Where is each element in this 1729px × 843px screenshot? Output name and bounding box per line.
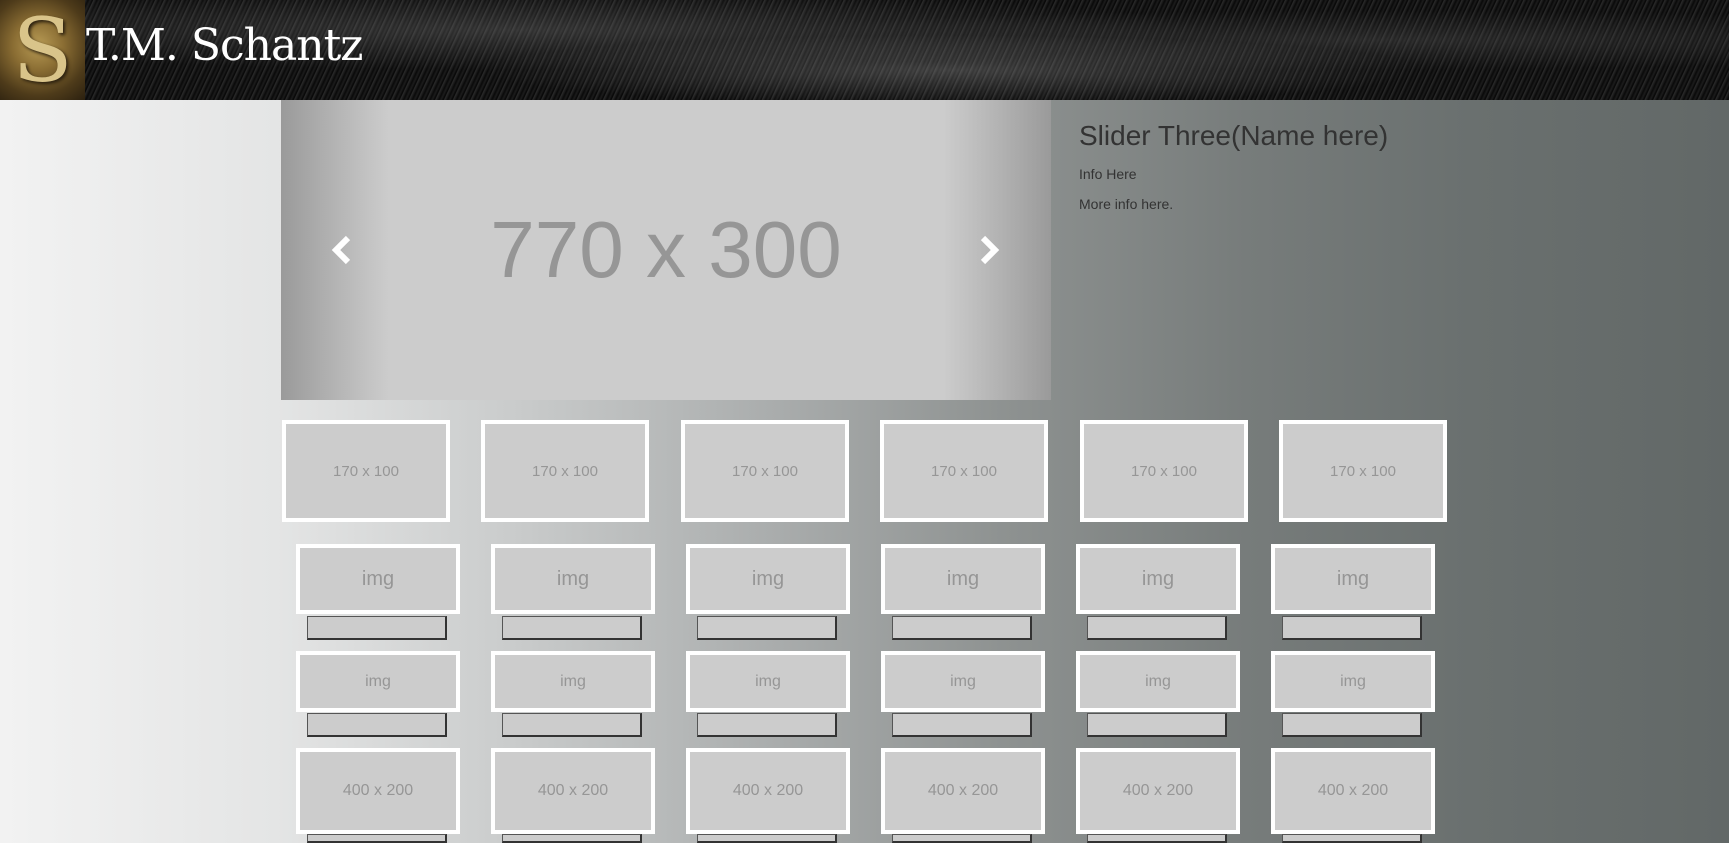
card-action-button[interactable] bbox=[1282, 616, 1422, 640]
slider-thumbnail[interactable]: 170 x 100 bbox=[282, 420, 450, 522]
card-action-button[interactable] bbox=[502, 713, 642, 737]
card-action-button[interactable] bbox=[1087, 713, 1227, 737]
slider-thumbnail[interactable]: 170 x 100 bbox=[481, 420, 649, 522]
grid-card-image[interactable]: img bbox=[491, 544, 655, 614]
grid-card-image[interactable]: img bbox=[881, 544, 1045, 614]
card-action-button[interactable] bbox=[1282, 834, 1422, 843]
card-action-button[interactable] bbox=[892, 834, 1032, 843]
slide-title: Slider Three(Name here) bbox=[1079, 120, 1389, 151]
grid-card-image[interactable]: img bbox=[1076, 651, 1240, 712]
image-slider: 770 x 300 bbox=[281, 100, 1051, 400]
grid-card-image[interactable]: img bbox=[1271, 651, 1435, 712]
slider-prev-button[interactable] bbox=[322, 230, 362, 270]
chevron-right-icon bbox=[980, 235, 1000, 265]
grid-card-image[interactable]: img bbox=[881, 651, 1045, 712]
grid-card-image[interactable]: img bbox=[491, 651, 655, 712]
slider-placeholder-image: 770 x 300 bbox=[490, 205, 842, 294]
card-action-button[interactable] bbox=[697, 616, 837, 640]
card-action-button[interactable] bbox=[502, 616, 642, 640]
slider-next-button[interactable] bbox=[969, 230, 1009, 270]
card-action-button[interactable] bbox=[307, 834, 447, 843]
logo-letter: S bbox=[12, 0, 73, 100]
site-header: S T.M. Schantz bbox=[0, 0, 1729, 100]
slider-thumbnail[interactable]: 170 x 100 bbox=[681, 420, 849, 522]
slider-thumbnail[interactable]: 170 x 100 bbox=[880, 420, 1048, 522]
slider-thumbnail[interactable]: 170 x 100 bbox=[1080, 420, 1248, 522]
grid-card-image[interactable]: 400 x 200 bbox=[1076, 748, 1240, 834]
grid-card-image[interactable]: 400 x 200 bbox=[491, 748, 655, 834]
card-action-button[interactable] bbox=[307, 713, 447, 737]
slide-caption: Slider Three(Name here) Info Here More i… bbox=[1079, 120, 1388, 212]
card-action-button[interactable] bbox=[1087, 616, 1227, 640]
card-action-button[interactable] bbox=[892, 713, 1032, 737]
grid-card-image[interactable]: 400 x 200 bbox=[881, 748, 1045, 834]
card-action-button[interactable] bbox=[1282, 713, 1422, 737]
chevron-left-icon bbox=[331, 235, 351, 265]
slide-more-info-text: More info here. bbox=[1079, 196, 1174, 212]
slide-info-text: Info Here bbox=[1079, 166, 1137, 182]
card-action-button[interactable] bbox=[502, 834, 642, 843]
grid-card-image[interactable]: img bbox=[296, 544, 460, 614]
card-action-button[interactable] bbox=[697, 834, 837, 843]
slider-thumbnail[interactable]: 170 x 100 bbox=[1279, 420, 1447, 522]
grid-card-image[interactable]: img bbox=[686, 544, 850, 614]
grid-card-image[interactable]: img bbox=[296, 651, 460, 712]
card-action-button[interactable] bbox=[307, 616, 447, 640]
card-action-button[interactable] bbox=[1087, 834, 1227, 843]
grid-card-image[interactable]: 400 x 200 bbox=[296, 748, 460, 834]
grid-card-image[interactable]: img bbox=[686, 651, 850, 712]
grid-card-image[interactable]: img bbox=[1076, 544, 1240, 614]
card-action-button[interactable] bbox=[892, 616, 1032, 640]
site-logo[interactable]: S bbox=[0, 0, 85, 100]
grid-card-image[interactable]: 400 x 200 bbox=[1271, 748, 1435, 834]
grid-card-image[interactable]: 400 x 200 bbox=[686, 748, 850, 834]
card-action-button[interactable] bbox=[697, 713, 837, 737]
site-title[interactable]: T.M. Schantz bbox=[86, 20, 363, 71]
grid-card-image[interactable]: img bbox=[1271, 544, 1435, 614]
